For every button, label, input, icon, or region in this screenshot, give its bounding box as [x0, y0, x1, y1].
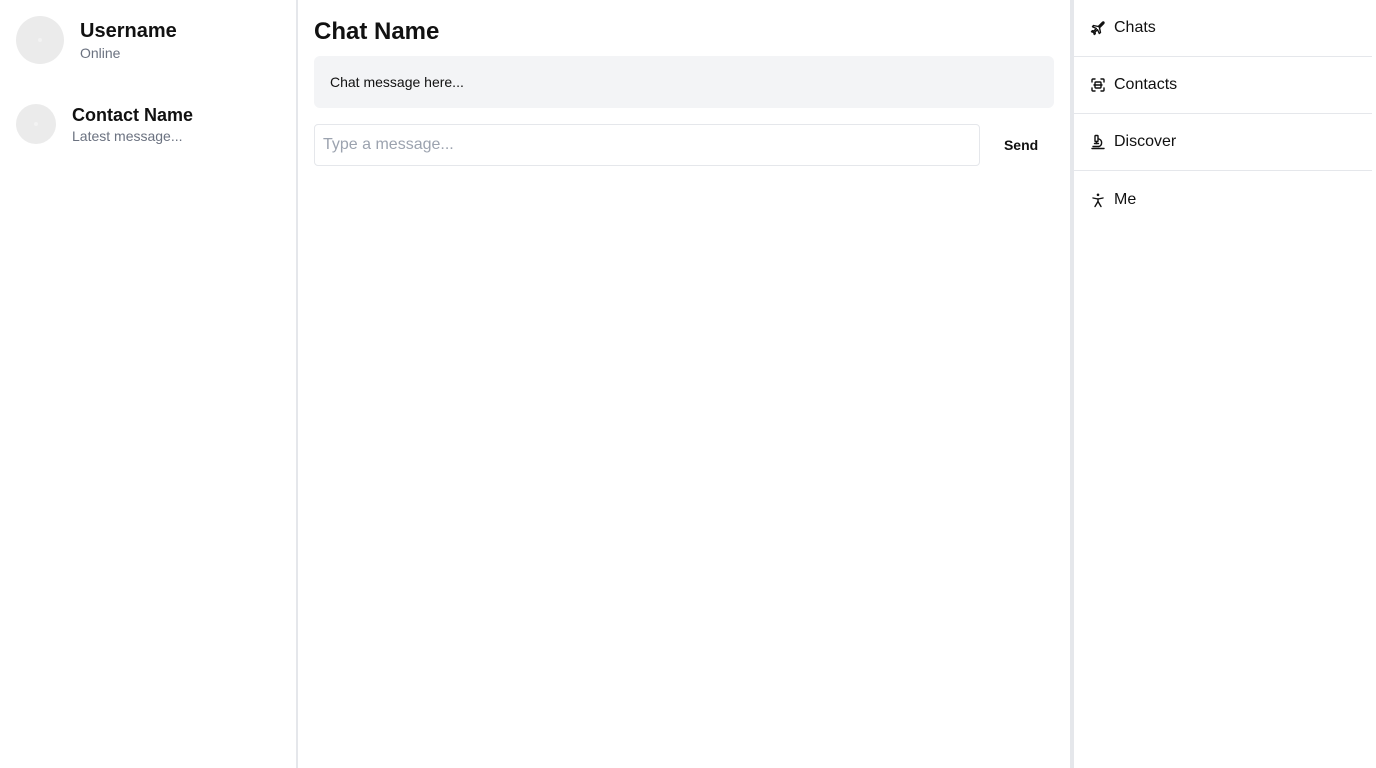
nav-item-discover[interactable]: Discover [1074, 114, 1372, 171]
nav-item-label: Chats [1114, 19, 1156, 36]
main-nav: Chats Contacts Discover Me [1074, 0, 1372, 768]
contact-latest-message: Latest message... [72, 128, 183, 144]
chat-message: Chat message here... [314, 56, 1054, 108]
message-composer: Send [314, 124, 1054, 166]
contact-avatar [16, 104, 56, 144]
user-profile: Username Online [16, 16, 280, 64]
person-icon [1090, 192, 1106, 208]
contact-list-item[interactable]: Contact Name Latest message... [16, 100, 280, 148]
nav-item-chats[interactable]: Chats [1074, 0, 1372, 57]
nav-item-contacts[interactable]: Contacts [1074, 57, 1372, 114]
plane-icon [1090, 20, 1106, 36]
chat-message-text: Chat message here... [330, 74, 464, 90]
nav-item-label: Discover [1114, 133, 1177, 150]
app: Username Online Contact Name Latest mess… [0, 0, 1376, 768]
user-status: Online [80, 45, 121, 61]
message-input[interactable] [314, 124, 981, 166]
send-button[interactable]: Send [988, 124, 1054, 166]
profile-info: Username Online [80, 18, 177, 62]
sidebar: Username Online Contact Name Latest mess… [0, 0, 298, 768]
contact-name: Contact Name [72, 105, 194, 125]
username: Username [80, 20, 177, 42]
chat-panel: Chat Name Chat message here... Send [298, 0, 1074, 768]
nav-item-label: Contacts [1114, 76, 1178, 93]
microscope-icon [1090, 134, 1106, 150]
nav-item-label: Me [1114, 190, 1137, 208]
contact-info: Contact Name Latest message... [72, 103, 193, 145]
scan-icon [1090, 77, 1106, 93]
chat-title: Chat Name [314, 18, 440, 45]
avatar[interactable] [16, 16, 64, 64]
nav-item-me[interactable]: Me [1074, 171, 1372, 228]
